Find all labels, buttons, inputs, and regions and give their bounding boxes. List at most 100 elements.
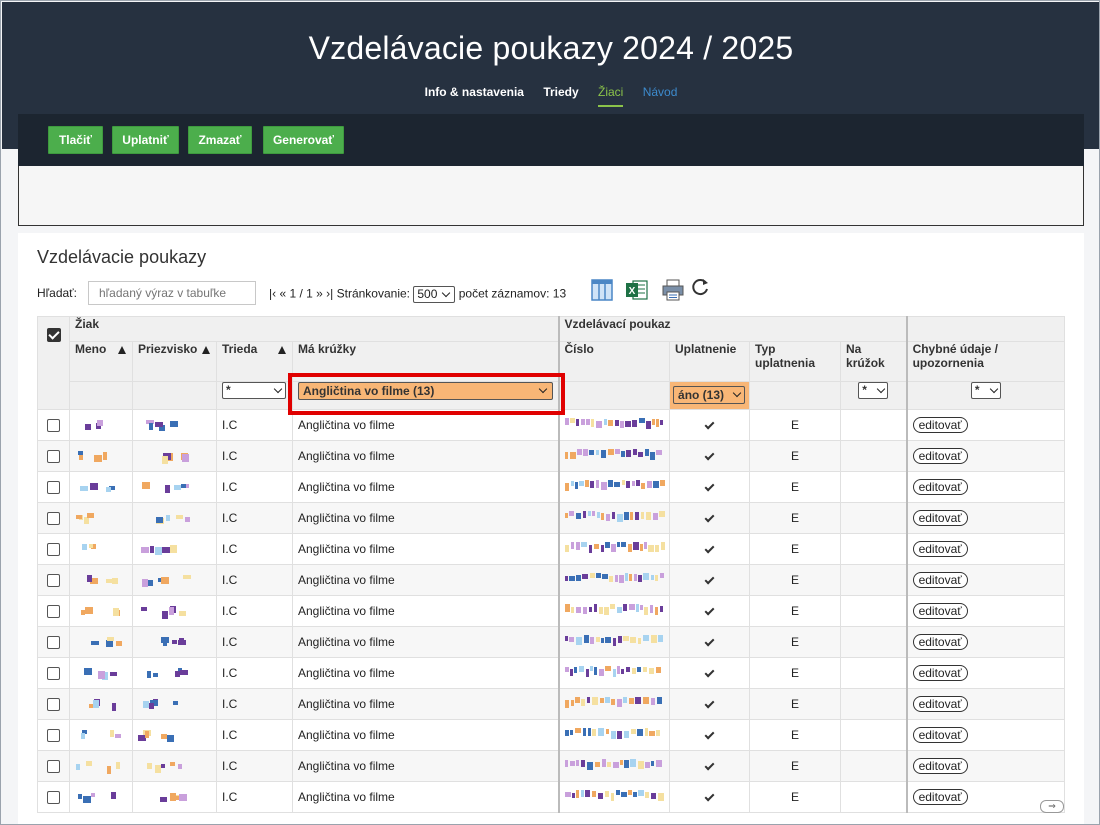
svg-text:X: X <box>629 286 636 297</box>
row-checkbox[interactable] <box>47 512 60 526</box>
group-header-blank <box>905 316 1066 342</box>
cell-meno <box>69 564 133 596</box>
row-checkbox[interactable] <box>47 574 60 588</box>
table-row[interactable]: I.C Angličtina vo filme Eeditovať <box>37 781 1066 813</box>
chevron-down-icon <box>273 384 283 394</box>
cell-cislo <box>557 440 671 472</box>
table-row[interactable]: I.C Angličtina vo filme Eeditovať <box>37 471 1066 503</box>
row-checkbox[interactable] <box>47 636 60 650</box>
table-row[interactable]: I.C Angličtina vo filme Eeditovať <box>37 440 1066 472</box>
check-icon <box>704 450 715 461</box>
edit-button[interactable]: editovať <box>912 634 968 650</box>
edit-button[interactable]: editovať <box>912 417 968 433</box>
nav-navod[interactable]: Návod <box>643 85 678 105</box>
edit-button[interactable]: editovať <box>912 603 968 619</box>
edit-button[interactable]: editovať <box>912 479 968 495</box>
table-row[interactable]: I.C Angličtina vo filme Eeditovať <box>37 750 1066 782</box>
row-checkbox[interactable] <box>47 481 60 495</box>
edit-button[interactable]: editovať <box>912 727 968 743</box>
edit-button[interactable]: editovať <box>912 448 968 464</box>
na-kruzok-filter-select[interactable]: * <box>858 382 889 399</box>
search-label: Hľadať: <box>37 286 78 300</box>
table-row[interactable]: I.C Angličtina vo filme Eeditovať <box>37 626 1066 658</box>
table-row[interactable]: I.C Angličtina vo filme Eeditovať <box>37 502 1066 534</box>
row-select-cell <box>37 471 70 503</box>
row-checkbox[interactable] <box>47 760 60 774</box>
cell-na-kruzok <box>840 471 908 503</box>
col-header-uplatnenie[interactable]: Uplatnenie <box>669 341 751 382</box>
edit-button[interactable]: editovať <box>912 696 968 712</box>
edit-button[interactable]: editovať <box>912 789 968 805</box>
refresh-icon[interactable] <box>688 276 712 300</box>
edit-button[interactable]: editovať <box>912 572 968 588</box>
chybne-filter-select[interactable]: * <box>970 382 1001 399</box>
edit-button[interactable]: editovať <box>912 510 968 526</box>
table-row[interactable]: I.C Angličtina vo filme Eeditovať <box>37 688 1066 720</box>
row-checkbox[interactable] <box>47 667 60 681</box>
col-header-typ-uplatnenia[interactable]: Typ uplatnenia <box>749 341 842 382</box>
row-checkbox[interactable] <box>47 605 60 619</box>
table-row[interactable]: I.C Angličtina vo filme Eeditovať <box>37 657 1066 689</box>
col-header-cislo[interactable]: Číslo <box>557 341 671 382</box>
redacted-voucher-number <box>564 480 665 491</box>
row-checkbox[interactable] <box>47 791 60 805</box>
row-checkbox[interactable] <box>47 543 60 557</box>
nav-info-nastavenia[interactable]: Info & nastavenia <box>425 85 524 105</box>
redacted-value <box>141 545 177 555</box>
apply-button[interactable]: Uplatniť <box>112 126 179 154</box>
filter-cell-meno <box>69 381 133 410</box>
col-header-chybne[interactable]: Chybné údaje / upozornenia <box>905 341 1066 382</box>
table-row[interactable]: I.C Angličtina vo filme Eeditovať <box>37 533 1066 565</box>
cell-na-kruzok <box>840 409 908 441</box>
page-size-select[interactable]: 500 <box>413 286 456 303</box>
col-header-meno[interactable]: Meno <box>69 341 133 382</box>
row-checkbox[interactable] <box>47 419 60 433</box>
cell-typ-uplatnenia: E <box>749 626 842 658</box>
cell-ma-kruzky: Angličtina vo filme <box>291 595 560 627</box>
trieda-filter-select[interactable]: * <box>222 382 286 399</box>
check-icon <box>704 605 715 616</box>
select-all-cell <box>37 316 70 410</box>
cell-meno <box>69 626 133 658</box>
cell-chybne: editovať <box>905 750 1066 782</box>
redacted-value <box>162 453 189 464</box>
cell-uplatnenie <box>669 750 751 782</box>
nav-ziaci[interactable]: Žiaci <box>598 85 624 107</box>
table-row[interactable]: I.C Angličtina vo filme Eeditovať <box>37 564 1066 596</box>
col-header-na-kruzok[interactable]: Na krúžok <box>840 341 908 382</box>
cell-chybne: editovať <box>905 626 1066 658</box>
row-checkbox[interactable] <box>47 729 60 743</box>
search-input[interactable] <box>88 281 256 305</box>
uplatnenie-filter-select[interactable]: áno (13) <box>673 386 746 404</box>
cell-priezvisko <box>132 471 217 503</box>
cell-na-kruzok <box>840 688 908 720</box>
print-button[interactable]: Tlačiť <box>48 126 103 154</box>
col-header-trieda[interactable]: Trieda <box>216 341 293 382</box>
action-toolbar: Tlačiť Uplatniť Zmazať Generovať <box>18 114 1084 166</box>
cell-uplatnenie <box>669 626 751 658</box>
cell-priezvisko <box>132 688 217 720</box>
cell-trieda: I.C <box>216 533 293 565</box>
table-row[interactable]: I.C Angličtina vo filme Eeditovať <box>37 595 1066 627</box>
cell-na-kruzok <box>840 719 908 751</box>
pager-controls[interactable]: |‹ « 1 / 1 » ›| <box>269 287 333 301</box>
select-all-checkbox[interactable] <box>46 327 61 342</box>
edit-button[interactable]: editovať <box>912 541 968 557</box>
scroll-right-icon[interactable]: ⇒ <box>1040 800 1064 813</box>
generate-button[interactable]: Generovať <box>263 126 344 154</box>
row-checkbox[interactable] <box>47 450 60 464</box>
col-header-priezvisko[interactable]: Priezvisko <box>132 341 217 382</box>
print-icon[interactable] <box>661 278 685 302</box>
group-header-ziak: Žiak <box>68 316 560 342</box>
table-row[interactable]: I.C Angličtina vo filme Eeditovať <box>37 719 1066 751</box>
edit-button[interactable]: editovať <box>912 665 968 681</box>
edit-button[interactable]: editovať <box>912 758 968 774</box>
delete-button[interactable]: Zmazať <box>188 126 252 154</box>
excel-icon[interactable]: X <box>625 278 649 302</box>
cell-ma-kruzky: Angličtina vo filme <box>291 688 560 720</box>
nav-triedy[interactable]: Triedy <box>543 85 578 105</box>
cell-uplatnenie <box>669 719 751 751</box>
row-checkbox[interactable] <box>47 698 60 712</box>
section-title: Vzdelávacie poukazy <box>37 247 207 267</box>
columns-icon[interactable] <box>590 278 614 302</box>
